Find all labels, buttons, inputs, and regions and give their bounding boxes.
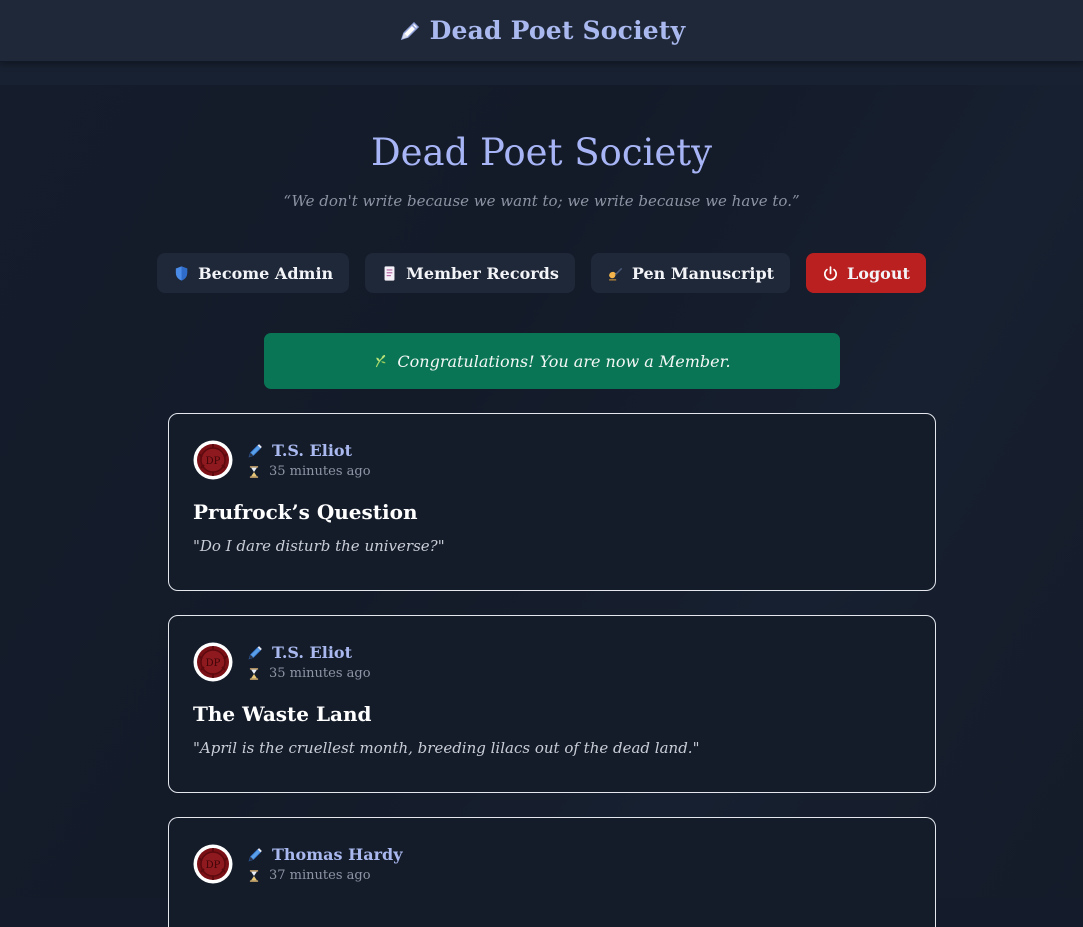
post-meta: 35 minutes ago	[247, 666, 371, 681]
post-author[interactable]: T.S. Eliot	[247, 643, 352, 662]
site-title: Dead Poet Society	[429, 16, 686, 45]
post-time: 35 minutes ago	[269, 666, 371, 681]
become-admin-label: Become Admin	[198, 263, 334, 283]
post-meta: 35 minutes ago	[247, 464, 371, 479]
post-body: "April is the cruellest month, breeding …	[193, 739, 700, 757]
success-notice: Congratulations! You are now a Member.	[264, 333, 840, 389]
main-content: Dead Poet Society “We don't write becaus…	[0, 85, 1083, 927]
logout-button[interactable]: Logout	[806, 253, 926, 293]
top-bar: Dead Poet Society	[0, 0, 1083, 62]
post-author-name: T.S. Eliot	[272, 441, 352, 460]
pen-icon	[400, 21, 419, 40]
pen-icon	[248, 646, 262, 660]
pen-icon	[248, 444, 262, 458]
post-card: DP T.S. Eliot 35 minutes ago The Waste L…	[168, 615, 936, 793]
post-title: Prufrock’s Question	[193, 500, 418, 524]
post-card: DP Thomas Hardy 37 minutes ago	[168, 817, 936, 927]
post-author-name: Thomas Hardy	[272, 845, 403, 864]
pen-manuscript-button[interactable]: Pen Manuscript	[590, 253, 791, 293]
post-time: 37 minutes ago	[269, 868, 371, 883]
hourglass-icon	[249, 465, 259, 478]
post-author[interactable]: T.S. Eliot	[247, 441, 352, 460]
notice-text: Congratulations! You are now a Member.	[397, 351, 731, 371]
post-author[interactable]: Thomas Hardy	[247, 845, 402, 864]
power-icon	[824, 265, 838, 280]
logout-label: Logout	[847, 263, 910, 283]
pen-icon	[248, 848, 262, 862]
header-band	[0, 62, 1083, 85]
wax-seal-avatar: DP	[193, 642, 233, 682]
writing-hand-icon	[609, 267, 623, 280]
svg-text:DP: DP	[206, 658, 221, 669]
shield-icon	[175, 265, 188, 281]
post-time: 35 minutes ago	[269, 464, 371, 479]
page-quote: “We don't write because we want to; we w…	[283, 192, 800, 210]
herb-icon	[376, 355, 387, 368]
document-icon	[384, 265, 395, 281]
become-admin-button[interactable]: Become Admin	[157, 253, 350, 293]
pen-manuscript-label: Pen Manuscript	[631, 263, 775, 283]
hourglass-icon	[249, 667, 259, 680]
wax-seal-avatar: DP	[193, 440, 233, 480]
post-body: "Do I dare disturb the universe?"	[193, 537, 445, 555]
member-records-label: Member Records	[406, 263, 559, 283]
wax-seal-avatar: DP	[193, 844, 233, 884]
post-title: The Waste Land	[193, 702, 372, 726]
action-nav: Become Admin Member Records Pen Manuscri…	[0, 253, 1083, 293]
svg-text:DP: DP	[206, 456, 221, 467]
svg-text:DP: DP	[206, 860, 221, 871]
post-author-name: T.S. Eliot	[272, 643, 352, 662]
brand[interactable]: Dead Poet Society	[398, 16, 686, 45]
page-title: Dead Poet Society	[370, 131, 713, 174]
post-card: DP T.S. Eliot 35 minutes ago Prufrock’s …	[168, 413, 936, 591]
member-records-button[interactable]: Member Records	[365, 253, 575, 293]
post-meta: 37 minutes ago	[247, 868, 371, 883]
hourglass-icon	[249, 869, 259, 882]
